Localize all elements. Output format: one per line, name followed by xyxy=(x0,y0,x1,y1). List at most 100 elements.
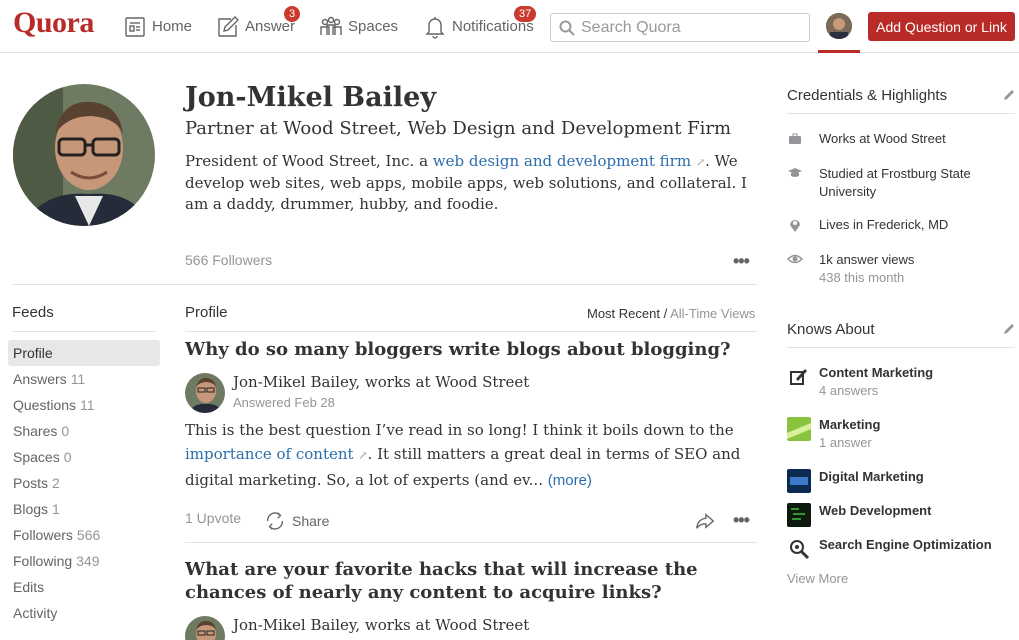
edit-credentials-icon[interactable] xyxy=(1002,88,1016,102)
profile-bio: President of Wood Street, Inc. a web des… xyxy=(185,151,755,215)
answer-more-icon[interactable]: ••• xyxy=(733,511,750,529)
feed-label: Following xyxy=(13,553,73,569)
topic-name: Web Development xyxy=(819,503,932,518)
search-placeholder: Search Quora xyxy=(581,18,681,36)
feeds-list: Profile Answers 11 Questions 11 Shares 0 Sp… xyxy=(8,340,160,626)
quora-logo[interactable]: Quora xyxy=(13,6,94,40)
feeds-title: Feeds xyxy=(12,304,54,321)
share-icon xyxy=(266,512,284,530)
feed-count: 11 xyxy=(80,397,95,413)
feed-label: Profile xyxy=(13,345,53,361)
credential-views: 1k answer views 438 this month xyxy=(786,251,915,287)
answer-icon xyxy=(218,15,239,37)
user-avatar[interactable] xyxy=(826,13,852,39)
view-more-link[interactable]: View More xyxy=(787,571,848,586)
bio-link[interactable]: web design and development firm xyxy=(433,152,691,170)
forward-button[interactable] xyxy=(694,510,722,532)
location-pin-icon xyxy=(790,220,800,232)
feed-count: 2 xyxy=(52,475,60,491)
external-link-icon: ↗ xyxy=(358,449,368,462)
upvote-button[interactable]: 1 Upvote xyxy=(185,510,241,526)
author-name[interactable]: Jon-Mikel Bailey, works at Wood Street xyxy=(233,616,529,634)
eye-icon xyxy=(786,254,804,264)
feed-count: 0 xyxy=(61,423,70,439)
author-avatar[interactable] xyxy=(185,373,225,413)
topic-name: Search Engine Optimization xyxy=(819,537,992,552)
topic-name: Digital Marketing xyxy=(819,469,924,484)
profile-more-icon[interactable]: ••• xyxy=(733,252,750,270)
add-question-button[interactable]: Add Question or Link xyxy=(868,12,1015,41)
topic-content-marketing[interactable]: Content Marketing 4 answers xyxy=(787,365,933,398)
feed-label: Answers xyxy=(13,371,67,387)
knows-about-title: Knows About xyxy=(787,321,875,338)
credential-text: Studied at Frostburg State University xyxy=(819,166,971,199)
more-link[interactable]: (more) xyxy=(548,472,592,489)
digital-marketing-icon xyxy=(787,469,811,493)
divider xyxy=(787,113,1015,114)
answer-link[interactable]: importance of content xyxy=(185,445,354,463)
feed-item-questions[interactable]: Questions 11 xyxy=(8,392,160,418)
topic-digital-marketing[interactable]: Digital Marketing xyxy=(787,469,924,493)
bell-icon xyxy=(425,16,445,39)
seo-magnifier-icon xyxy=(787,537,811,561)
feed-item-followers[interactable]: Followers 566 xyxy=(8,522,160,548)
topic-name: Marketing xyxy=(819,417,881,432)
feed-item-following[interactable]: Following 349 xyxy=(8,548,160,574)
feed-label: Blogs xyxy=(13,501,49,517)
topic-web-development[interactable]: Web Development xyxy=(787,503,931,527)
share-label: Share xyxy=(292,513,330,529)
nav-home-label: Home xyxy=(152,18,193,35)
credential-location: Lives in Frederick, MD xyxy=(787,217,948,236)
question-title[interactable]: Why do so many bloggers write blogs abou… xyxy=(185,338,755,361)
search-input[interactable]: Search Quora xyxy=(550,13,810,42)
credentials-title: Credentials & Highlights xyxy=(787,87,948,104)
feed-label: Activity xyxy=(13,605,58,621)
feed-count: 349 xyxy=(76,553,100,569)
feed-item-profile[interactable]: Profile xyxy=(8,340,160,366)
edit-topics-icon[interactable] xyxy=(1002,322,1016,336)
feed-item-spaces[interactable]: Spaces 0 xyxy=(8,444,160,470)
feed-count: 11 xyxy=(70,371,86,387)
feed-item-activity[interactable]: Activity xyxy=(8,600,160,626)
content-marketing-icon xyxy=(787,365,811,389)
followers-count[interactable]: 566 Followers xyxy=(185,252,272,268)
divider xyxy=(185,542,757,543)
credential-text: 1k answer views xyxy=(819,252,915,267)
answer-text-start: This is the best question I’ve read in s… xyxy=(185,421,734,439)
credential-text: Works at Wood Street xyxy=(819,131,946,146)
sort-most-recent[interactable]: Most Recent xyxy=(587,306,660,321)
spaces-icon xyxy=(320,16,342,35)
profile-tagline: Partner at Wood Street, Web Design and D… xyxy=(185,118,732,139)
share-button[interactable]: Share xyxy=(264,510,329,532)
question-title[interactable]: What are your favorite hacks that will i… xyxy=(185,558,755,604)
divider xyxy=(185,331,757,332)
credential-work: Works at Wood Street xyxy=(787,131,946,150)
feed-label: Questions xyxy=(13,397,77,413)
forward-icon xyxy=(696,513,715,529)
answer-date[interactable]: Answered Feb 28 xyxy=(233,395,335,410)
topic-marketing[interactable]: Marketing 1 answer xyxy=(787,417,880,450)
feed-item-blogs[interactable]: Blogs 1 xyxy=(8,496,160,522)
feed-item-edits[interactable]: Edits xyxy=(8,574,160,600)
profile-photo[interactable] xyxy=(13,84,155,226)
feed-item-shares[interactable]: Shares 0 xyxy=(8,418,160,444)
feed-item-answers[interactable]: Answers 11 xyxy=(8,366,160,392)
nav-answer[interactable]: Answer xyxy=(216,0,295,53)
search-icon xyxy=(559,20,575,36)
nav-spaces[interactable]: Spaces xyxy=(319,0,398,53)
credential-text: Lives in Frederick, MD xyxy=(819,217,949,232)
topic-seo[interactable]: Search Engine Optimization xyxy=(787,537,992,561)
feed-label: Shares xyxy=(13,423,58,439)
feed-item-posts[interactable]: Posts 2 xyxy=(8,470,160,496)
nav-spaces-label: Spaces xyxy=(348,18,399,35)
author-name[interactable]: Jon-Mikel Bailey, works at Wood Street xyxy=(233,373,529,391)
feed-section-title: Profile xyxy=(185,304,228,321)
nav-home[interactable]: Home xyxy=(123,0,192,53)
author-avatar[interactable] xyxy=(185,616,225,640)
avatar-active-indicator xyxy=(818,50,860,53)
feed-label: Followers xyxy=(13,527,73,543)
bio-text-start: President of Wood Street, Inc. a xyxy=(185,152,433,170)
feed-count: 566 xyxy=(76,527,101,543)
sort-all-time-views[interactable]: All-Time Views xyxy=(670,306,755,321)
external-link-icon: ↗ xyxy=(695,156,706,169)
